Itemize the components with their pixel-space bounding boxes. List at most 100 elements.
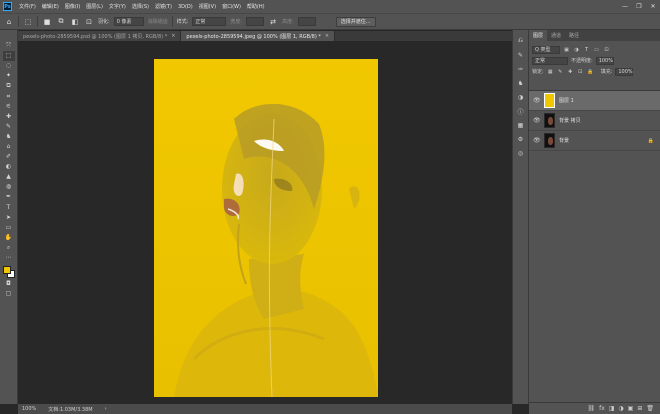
layer-row-1[interactable]: 👁 图层 1 [529, 91, 660, 111]
menu-select[interactable]: 选择(S) [129, 3, 152, 10]
intersect-selection-icon[interactable]: ⊡ [84, 17, 94, 27]
move-tool-icon[interactable]: ⤧ [3, 41, 15, 51]
feather-input[interactable]: 0 像素 [113, 17, 144, 26]
fill-input[interactable]: 100% [615, 67, 634, 76]
swap-icon[interactable]: ⇄ [268, 17, 278, 27]
home-icon[interactable]: ⌂ [4, 17, 14, 27]
menu-3d[interactable]: 3D(D) [175, 4, 196, 10]
close-tab-icon[interactable]: × [171, 33, 175, 39]
visibility-eye-icon[interactable]: 👁 [533, 97, 541, 104]
marquee-tool-icon[interactable]: ⬚ [2, 51, 15, 62]
lasso-tool-icon[interactable]: ◌ [3, 61, 15, 71]
clone-source-icon[interactable]: ♞ [515, 78, 526, 88]
antialias-checkbox[interactable]: 消除锯齿 [148, 18, 168, 25]
menu-type[interactable]: 文字(Y) [106, 3, 129, 10]
menu-edit[interactable]: 编辑(E) [39, 3, 62, 10]
layer-kind-filter[interactable]: Q 类型 [532, 45, 560, 54]
add-selection-icon[interactable]: ⧉ [56, 17, 66, 27]
menu-help[interactable]: 帮助(H) [244, 3, 268, 10]
brushes-icon[interactable]: ✑ [515, 64, 526, 74]
adjustment-layer-icon[interactable]: ◑ [618, 405, 623, 412]
rectangle-tool-icon[interactable]: ▭ [3, 223, 15, 233]
close-tab-icon[interactable]: × [325, 33, 329, 39]
properties-icon[interactable]: ⚙ [515, 134, 526, 144]
style-select[interactable]: 正常 [192, 17, 227, 26]
lock-artboard-icon[interactable]: ⊡ [577, 68, 584, 76]
new-selection-icon[interactable]: ■ [42, 17, 52, 27]
adjustments-icon[interactable]: ◑ [515, 92, 526, 102]
frame-tool-icon[interactable]: ⌗ [3, 91, 15, 101]
lock-transparent-icon[interactable]: ▦ [547, 68, 554, 76]
history-brush-tool-icon[interactable]: ⌂ [3, 142, 15, 152]
tab-psd-document[interactable]: pexels-photo-2859594.psd @ 100% (图层 1 拷贝… [18, 31, 182, 41]
zoom-tool-icon[interactable]: ⌕ [3, 243, 15, 253]
link-layers-icon[interactable]: ⛓ [587, 405, 595, 412]
menu-image[interactable]: 图像(I) [62, 3, 83, 10]
foreground-color-swatch[interactable] [2, 266, 11, 275]
height-input[interactable] [297, 17, 316, 26]
tab-jpeg-document[interactable]: pexels-photo-2859594.jpeg @ 100% (图层 1, … [181, 31, 336, 41]
maximize-icon[interactable]: ❐ [632, 0, 646, 13]
canvas-area[interactable] [18, 41, 512, 404]
hand-tool-icon[interactable]: ✋ [3, 233, 15, 243]
document-image[interactable] [154, 59, 378, 397]
crop-tool-icon[interactable]: ⧉ [3, 81, 15, 91]
info-icon[interactable]: ⓘ [515, 106, 526, 116]
layer-mask-icon[interactable]: ◨ [609, 405, 615, 412]
delete-layer-icon[interactable]: 🗑 [646, 405, 654, 412]
brush-tool-icon[interactable]: ✎ [3, 122, 15, 132]
dodge-tool-icon[interactable]: ◍ [3, 182, 15, 192]
menu-filter[interactable]: 滤镜(T) [152, 3, 175, 10]
layer-row-3[interactable]: 👁 背景 🔒 [529, 131, 660, 151]
width-input[interactable] [246, 17, 265, 26]
pixel-filter-icon[interactable]: ▣ [563, 46, 570, 54]
new-layer-icon[interactable]: ⊞ [637, 405, 642, 412]
subtract-selection-icon[interactable]: ◧ [70, 17, 80, 27]
status-menu-arrow-icon[interactable]: › [105, 406, 107, 412]
menu-file[interactable]: 文件(F) [16, 3, 39, 10]
close-icon[interactable]: ✕ [646, 0, 660, 13]
quick-mask-icon[interactable]: ◘ [3, 279, 15, 289]
smart-object-filter-icon[interactable]: ⊡ [603, 46, 610, 54]
menu-window[interactable]: 窗口(W) [219, 3, 244, 10]
blend-mode-select[interactable]: 正常 [532, 56, 568, 65]
healing-tool-icon[interactable]: ✚ [3, 112, 15, 122]
libraries-icon[interactable]: ▦ [515, 120, 526, 130]
visibility-eye-icon[interactable]: 👁 [533, 117, 541, 124]
tab-paths[interactable]: 路径 [565, 30, 583, 41]
magic-wand-tool-icon[interactable]: ✦ [3, 71, 15, 81]
select-and-mask-button[interactable]: 选择并遮住... [335, 16, 376, 27]
lock-image-icon[interactable]: ✎ [557, 68, 564, 76]
eyedropper-tool-icon[interactable]: ⚟ [3, 102, 15, 112]
stamp-tool-icon[interactable]: ♞ [3, 132, 15, 142]
brush-settings-icon[interactable]: ✎ [515, 50, 526, 60]
visibility-eye-icon[interactable]: 👁 [533, 137, 541, 144]
minimize-icon[interactable]: — [618, 0, 632, 13]
gradient-tool-icon[interactable]: ◐ [3, 162, 15, 172]
layer-style-icon[interactable]: fx [599, 405, 605, 412]
shape-filter-icon[interactable]: ▭ [593, 46, 600, 54]
menu-view[interactable]: 视图(V) [196, 3, 219, 10]
lock-all-icon[interactable]: 🔒 [587, 68, 594, 76]
tab-channels[interactable]: 通道 [547, 30, 565, 41]
opacity-input[interactable]: 100% [595, 56, 614, 65]
zoom-level[interactable]: 100% [22, 406, 36, 412]
group-icon[interactable]: ▣ [628, 405, 634, 412]
lock-position-icon[interactable]: ✚ [567, 68, 574, 76]
adjustment-filter-icon[interactable]: ◑ [573, 46, 580, 54]
eraser-tool-icon[interactable]: ✐ [3, 152, 15, 162]
color-icon[interactable]: ◎ [515, 148, 526, 158]
blur-tool-icon[interactable]: ▲ [3, 172, 15, 182]
more-tools-icon[interactable]: ⋯ [3, 253, 15, 263]
path-select-tool-icon[interactable]: ➤ [3, 213, 15, 223]
screen-mode-icon[interactable]: ▢ [3, 289, 15, 299]
marquee-preset-icon[interactable]: ⬚ [23, 17, 33, 27]
type-tool-icon[interactable]: T [3, 203, 15, 213]
layer-row-2[interactable]: 👁 背景 拷贝 [529, 111, 660, 131]
pen-tool-icon[interactable]: ✒ [3, 192, 15, 202]
lock-icon[interactable]: 🔒 [648, 138, 654, 144]
menu-layer[interactable]: 图层(L) [83, 3, 106, 10]
type-filter-icon[interactable]: T [583, 46, 590, 54]
tab-layers[interactable]: 图层 [529, 30, 548, 41]
history-icon[interactable]: ⎌ [515, 36, 526, 46]
